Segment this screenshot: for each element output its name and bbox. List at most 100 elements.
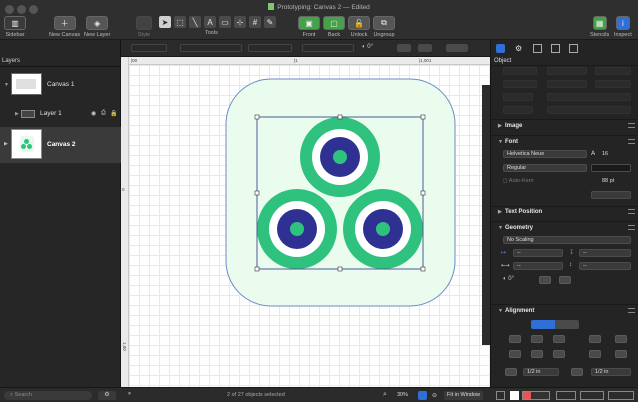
align-top-button[interactable]	[509, 350, 521, 358]
scaling-select[interactable]: No Scaling	[503, 236, 631, 244]
canvas-2-thumbnail	[11, 129, 42, 159]
lock-icon[interactable]: 🔒	[110, 110, 117, 117]
font-section-header[interactable]: ▼ Font	[491, 139, 638, 149]
font-color-well[interactable]	[591, 164, 631, 172]
disclosure-triangle-icon[interactable]: ▼	[4, 82, 9, 88]
gear-icon[interactable]: ⚙	[515, 44, 522, 53]
align-to-objects-toggle[interactable]	[531, 320, 555, 329]
line-tool[interactable]: ╲	[189, 16, 201, 28]
opacity-field	[503, 93, 533, 101]
width-field[interactable]	[248, 44, 292, 52]
center-button[interactable]	[615, 335, 627, 343]
geometry-section-header[interactable]: ▼ Geometry	[491, 225, 638, 235]
align-middle-button[interactable]	[531, 350, 543, 358]
print-icon[interactable]: ⎙	[101, 110, 106, 117]
distribute-vertical-button[interactable]	[589, 350, 601, 358]
new-canvas-icon: ＋	[53, 16, 76, 30]
sidebar-item-canvas-2[interactable]: Canvas 2	[47, 141, 76, 148]
height-field[interactable]	[302, 44, 354, 52]
align-to-canvas-toggle[interactable]	[555, 320, 579, 329]
line-spacing-field[interactable]: 88 pt	[602, 178, 614, 184]
disclosure-triangle-icon[interactable]: ▶	[15, 111, 19, 117]
geometry-x-field[interactable]: --	[513, 249, 563, 257]
stroke-style-icon[interactable]	[496, 391, 505, 400]
vertical-ruler: 0 1,00	[121, 57, 129, 387]
align-right-button[interactable]	[553, 335, 565, 343]
text-tool[interactable]: A	[204, 16, 216, 28]
rubber-band-tool[interactable]: ⬚	[174, 16, 186, 28]
spacing-right-field[interactable]: 1/2 in	[591, 368, 631, 376]
flip-vertical-button[interactable]	[418, 44, 432, 52]
document-inspector-tab-icon[interactable]	[551, 44, 560, 53]
stencils-button[interactable]: ▦ Stencils	[590, 16, 609, 38]
fill-color-well[interactable]	[510, 391, 519, 400]
status-bar: ⌕ Search ⚙ ⏸ 2 of 27 objects selected ⌕ …	[0, 387, 638, 402]
canvas[interactable]	[129, 65, 490, 387]
selection-tool[interactable]: ➤	[159, 16, 171, 28]
style-icon	[136, 16, 152, 30]
geometry-y-field[interactable]: --	[579, 249, 631, 257]
properties-tab-icon[interactable]	[569, 44, 578, 53]
send-to-back-button[interactable]: ▢ Back	[323, 16, 345, 38]
geometry-width-field[interactable]: --	[513, 262, 563, 270]
inspect-button[interactable]: i Inspect	[614, 16, 632, 38]
zoom-out-icon[interactable]: ⊖	[432, 392, 437, 399]
zoom-icon[interactable]: ⌕	[383, 391, 387, 399]
object-inspector-tab-icon[interactable]	[496, 44, 505, 53]
flip-vertical-button[interactable]	[559, 276, 571, 284]
spacing-left-field[interactable]: 1/2 in	[523, 368, 559, 376]
line-style-select[interactable]	[556, 391, 576, 400]
arrow-style-select[interactable]	[580, 391, 604, 400]
paragraph-field[interactable]	[591, 191, 631, 199]
pause-icon[interactable]: ⏸	[128, 391, 131, 398]
sidebar-item-layer-1[interactable]: Layer 1	[40, 110, 62, 117]
distribute-button[interactable]	[589, 335, 601, 343]
visibility-eye-icon[interactable]: ◉	[91, 110, 96, 117]
alignment-section-header[interactable]: ▼ Alignment	[491, 308, 638, 318]
rotation-field[interactable]: ◐ 0°	[503, 276, 514, 282]
shape-tool[interactable]: ▭	[219, 16, 231, 28]
display-options-button[interactable]	[446, 44, 468, 52]
align-edges-button[interactable]	[615, 350, 627, 358]
canvas-1-thumbnail	[11, 73, 42, 95]
canvas-inspector-tab-icon[interactable]	[533, 44, 542, 53]
y-position-field[interactable]	[180, 44, 242, 52]
sidebar-button[interactable]: ▥ Sidebar	[4, 16, 26, 38]
line-color-well[interactable]	[522, 391, 550, 400]
unlock-button[interactable]: 🔓 Unlock	[348, 16, 370, 38]
new-canvas-button[interactable]: ＋ New Canvas	[49, 16, 80, 38]
auto-kern-checkbox[interactable]: ◻ Auto-Kern	[503, 178, 534, 184]
selection-status: 2 of 27 objects selected	[227, 392, 285, 398]
zoom-dropdown[interactable]	[418, 391, 427, 400]
pen-tool[interactable]: ✎	[264, 16, 276, 28]
align-bottom-button[interactable]	[553, 350, 565, 358]
search-input[interactable]: ⌕ Search	[4, 391, 92, 400]
disclosure-triangle-icon[interactable]: ▶	[4, 141, 8, 147]
rotation-field[interactable]: ◐ 0°	[362, 44, 373, 50]
zoom-level[interactable]: 30%	[397, 392, 408, 398]
shadow-style-select[interactable]	[608, 391, 634, 400]
diagram-tool[interactable]: ⊹	[234, 16, 246, 28]
font-style-select[interactable]: Regular	[503, 164, 587, 172]
grid-tool[interactable]: #	[249, 16, 261, 28]
align-center-button[interactable]	[531, 335, 543, 343]
ungroup-button[interactable]: ⧉ Ungroup	[373, 16, 395, 38]
line-field	[547, 80, 587, 88]
style-button[interactable]: Style	[136, 16, 152, 38]
flip-horizontal-button[interactable]	[397, 44, 411, 52]
gear-icon[interactable]: ⚙	[98, 391, 116, 400]
image-section-header[interactable]: ▶ Image	[491, 123, 638, 133]
align-left-button[interactable]	[509, 335, 521, 343]
width-icon: ⟷	[501, 263, 510, 269]
geometry-height-field[interactable]: --	[579, 262, 631, 270]
font-size-field[interactable]: 16	[602, 151, 608, 157]
sidebar-item-canvas-1[interactable]: Canvas 1	[47, 81, 74, 88]
bring-to-front-button[interactable]: ▣ Front	[298, 16, 320, 38]
text-position-section-header[interactable]: ▶ Text Position	[491, 209, 638, 219]
sidebar-header: Layers	[2, 58, 21, 64]
fit-in-window-button[interactable]: Fit in Window	[444, 391, 484, 400]
x-position-field[interactable]	[131, 44, 167, 52]
flip-horizontal-button[interactable]	[539, 276, 551, 284]
new-layer-button[interactable]: ◈ New Layer	[84, 16, 110, 38]
font-family-select[interactable]: Helvetica Neue	[503, 150, 587, 158]
